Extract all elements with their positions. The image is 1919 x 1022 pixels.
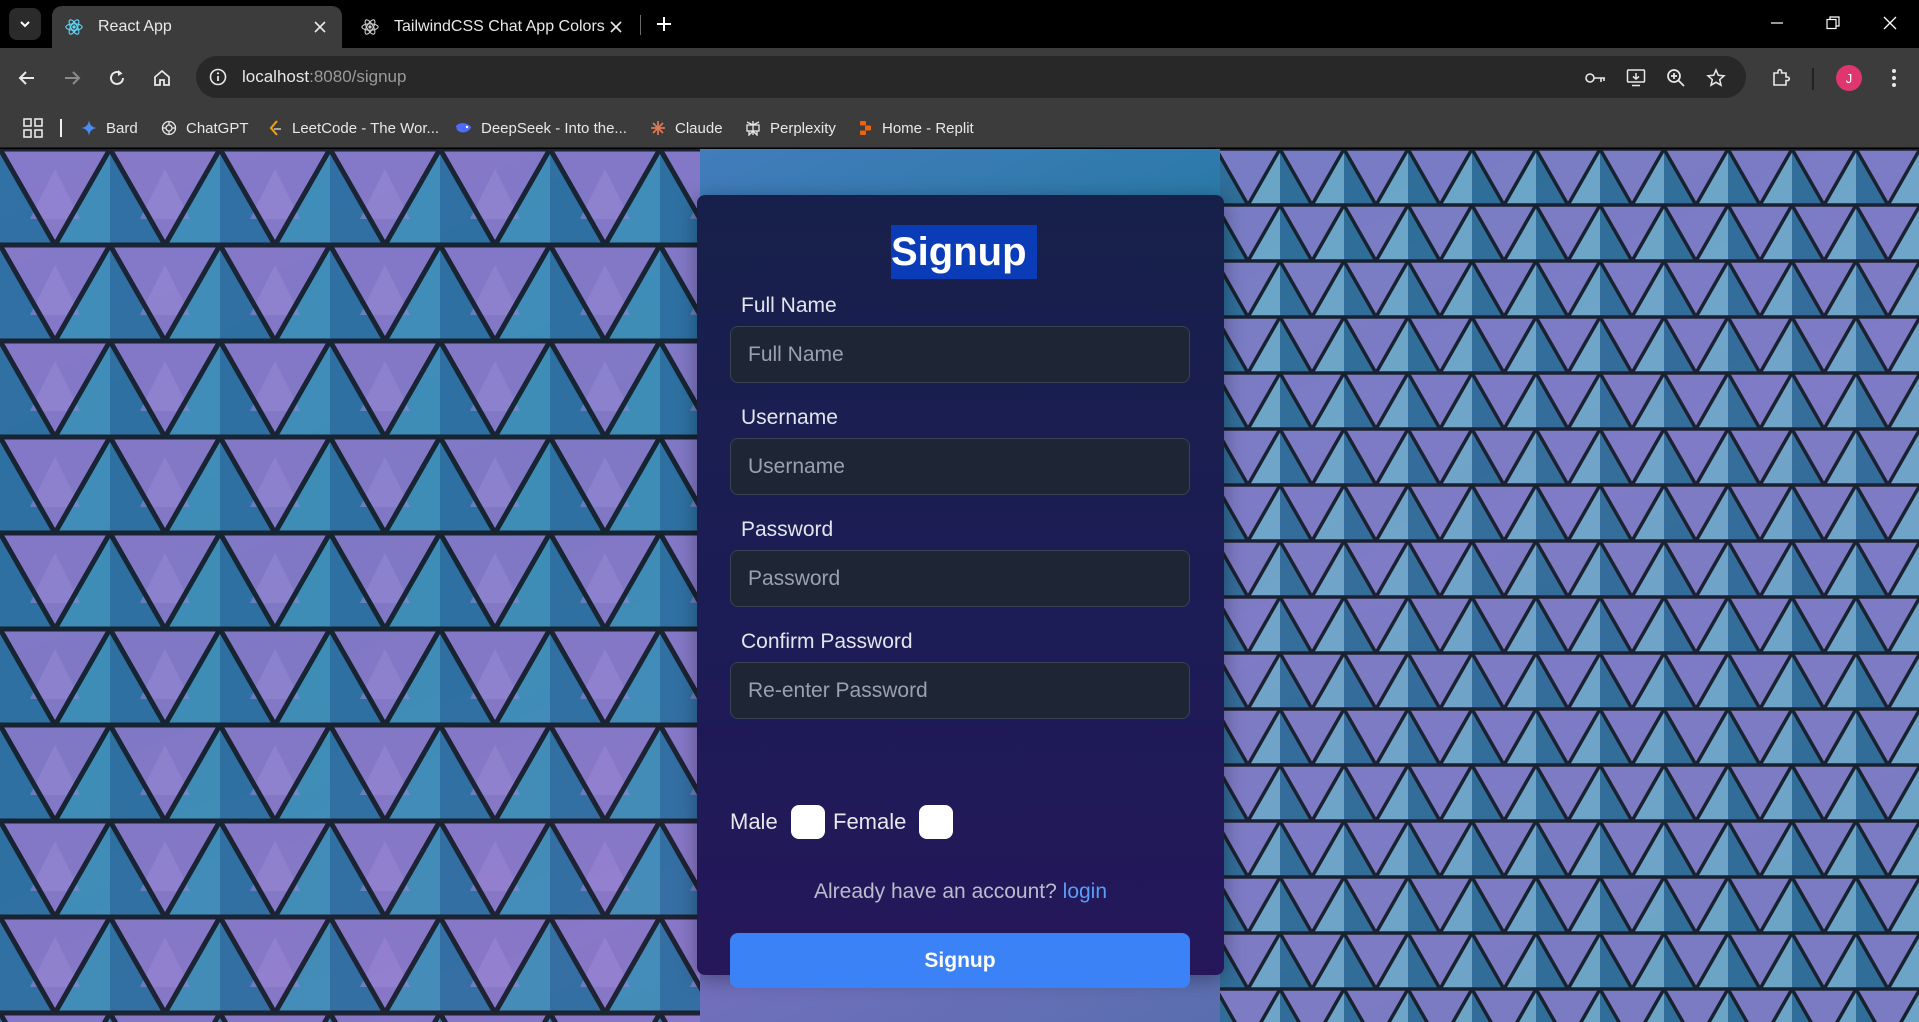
address-bar[interactable]: localhost:8080/signup (196, 56, 1746, 98)
bookmark-replit[interactable]: Home - Replit (856, 116, 974, 140)
react-icon (360, 17, 380, 37)
password-label: Password (741, 518, 834, 541)
site-info-button[interactable] (202, 61, 234, 93)
bookmark-label: DeepSeek - Into the... (481, 119, 627, 137)
username-label: Username (741, 406, 838, 429)
male-checkbox[interactable] (790, 805, 825, 839)
username-input[interactable] (730, 438, 1190, 495)
bookmark-label: Claude (675, 119, 723, 137)
restore-button[interactable] (1813, 8, 1853, 38)
claude-icon (649, 119, 667, 137)
tab-react-app[interactable]: React App (52, 6, 342, 48)
page-viewport: Signup Full Name Username Password Confi… (0, 149, 1919, 1022)
leetcode-icon (266, 119, 284, 137)
home-icon (154, 69, 170, 86)
bookmark-leetcode[interactable]: LeetCode - The Wor... (266, 116, 439, 140)
bookmark-label: LeetCode - The Wor... (292, 119, 440, 137)
new-tab-button[interactable] (650, 10, 678, 38)
react-icon (64, 17, 84, 37)
signup-button[interactable]: Signup (730, 933, 1190, 988)
close-icon (1883, 16, 1897, 30)
signup-card: Signup Full Name Username Password Confi… (697, 195, 1224, 988)
bookmark-bard[interactable]: Bard (80, 116, 138, 140)
login-prompt-text: Already have an account? (813, 880, 1057, 903)
male-label: Male (730, 809, 778, 834)
toolbar-divider (1812, 68, 1814, 90)
menu-button[interactable] (1878, 62, 1910, 94)
chevron-down-icon (20, 21, 30, 28)
star-icon[interactable] (1704, 66, 1728, 90)
reload-button[interactable] (101, 62, 133, 94)
url-host: localhost (242, 67, 310, 86)
back-button[interactable] (11, 62, 43, 94)
browser-tab-bar: React App TailwindCSS Chat App Colors (0, 0, 1919, 48)
close-icon[interactable] (606, 17, 626, 37)
page-title: Signup (891, 225, 1037, 279)
bookmarks-bar: Bard ChatGPT LeetCode - The Wor... DeepS… (0, 108, 1919, 148)
login-link[interactable]: login (1063, 880, 1107, 903)
close-window-button[interactable] (1870, 8, 1910, 38)
reload-icon (110, 70, 124, 85)
info-icon (209, 68, 227, 86)
bookmark-chatgpt[interactable]: ChatGPT (160, 116, 249, 140)
plus-icon (657, 17, 671, 31)
url-text[interactable]: localhost:8080/signup (242, 67, 406, 87)
bard-icon (80, 119, 98, 137)
arrow-right-icon (65, 71, 81, 85)
password-key-icon[interactable] (1584, 66, 1608, 90)
login-prompt: Already have an account? login (697, 880, 1224, 904)
kebab-menu-icon (1892, 69, 1896, 87)
home-button[interactable] (146, 62, 178, 94)
bookmark-label: Home - Replit (882, 119, 974, 137)
password-input[interactable] (730, 550, 1190, 607)
replit-icon (856, 119, 874, 137)
perplexity-icon (744, 119, 762, 137)
bookmarks-divider (60, 119, 62, 137)
bookmark-deepseek[interactable]: DeepSeek - Into the... (455, 116, 627, 140)
apps-grid-icon[interactable] (22, 117, 44, 139)
tab-title: React App (98, 18, 172, 35)
bookmark-claude[interactable]: Claude (649, 116, 723, 140)
browser-toolbar: localhost:8080/signup J (0, 48, 1919, 108)
forward-button[interactable] (56, 62, 88, 94)
confirm-password-input[interactable] (730, 662, 1190, 719)
install-app-icon[interactable] (1624, 66, 1648, 90)
minimize-icon (1771, 22, 1783, 24)
arrow-left-icon (18, 71, 34, 85)
extensions-button[interactable] (1765, 62, 1797, 94)
puzzle-icon (1773, 68, 1791, 86)
minimize-button[interactable] (1757, 8, 1797, 38)
full-name-label: Full Name (741, 294, 837, 317)
female-label: Female (833, 809, 907, 834)
tab-divider (640, 15, 641, 35)
restore-icon (1826, 16, 1840, 30)
tab-tailwind-colors[interactable]: TailwindCSS Chat App Colors (348, 6, 638, 48)
bookmark-label: ChatGPT (186, 119, 249, 137)
gender-female-option: Female (833, 805, 954, 839)
bookmark-label: Perplexity (770, 119, 836, 137)
tab-title: TailwindCSS Chat App Colors (394, 18, 605, 35)
female-checkbox[interactable] (919, 805, 954, 839)
bookmark-label: Bard (106, 119, 138, 137)
bookmark-perplexity[interactable]: Perplexity (744, 116, 836, 140)
zoom-icon[interactable] (1664, 66, 1688, 90)
chatgpt-icon (160, 119, 178, 137)
gender-male-option: Male (730, 805, 825, 839)
tab-search-button[interactable] (9, 8, 41, 40)
close-icon[interactable] (310, 17, 330, 37)
profile-avatar[interactable]: J (1836, 65, 1862, 91)
url-path: :8080/signup (309, 67, 407, 86)
deepseek-icon (455, 119, 473, 137)
full-name-input[interactable] (730, 326, 1190, 383)
confirm-password-label: Confirm Password (741, 630, 913, 653)
